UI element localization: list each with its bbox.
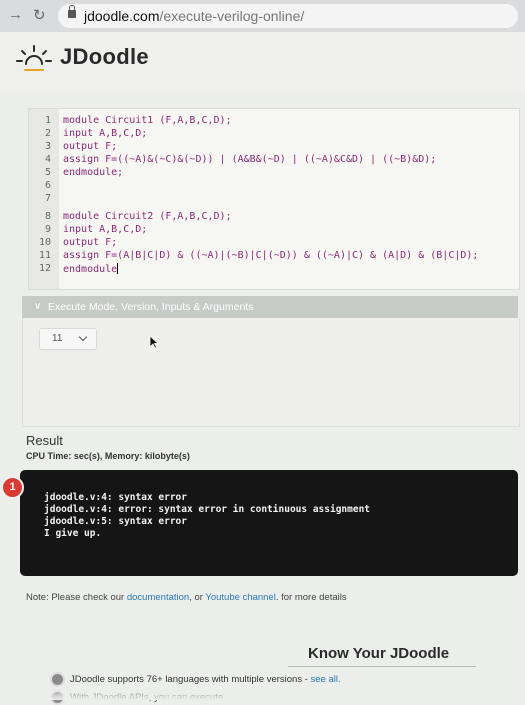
line-number: 8 [44, 211, 51, 222]
documentation-link[interactable]: documentation [127, 592, 189, 603]
line-code[interactable]: input A,B,C,D; [63, 128, 147, 140]
chevron-down-icon [78, 332, 88, 342]
line-number: 11 [38, 250, 51, 261]
line-code[interactable]: endmodule; [63, 167, 123, 179]
result-title: Result [26, 433, 63, 448]
notification-badge[interactable]: 1 [1, 476, 24, 499]
line-number: 2 [44, 128, 51, 139]
mouse-pointer-icon [149, 335, 159, 349]
url-domain: jdoodle.com [84, 8, 160, 24]
line-code[interactable]: assign F=(A|B|C|D) & ((~A)|(~B)|C|(~D)) … [63, 250, 478, 262]
line-code[interactable]: module Circuit2 (F,A,B,C,D); [63, 211, 232, 223]
code-editor[interactable]: 1 module Circuit1 (F,A,B,C,D); 2 input A,B… [28, 108, 520, 290]
execute-mode-toggle[interactable]: ∨ Execute Mode, Version, Inputs & Argume… [22, 296, 518, 318]
line-code[interactable]: output F; [63, 237, 117, 249]
lock-icon [68, 5, 76, 18]
address-bar[interactable]: jdoodle.com/execute-verilog-online/ [58, 4, 518, 28]
bullet-text: JDoodle supports 76+ languages with mult… [70, 674, 341, 685]
url-path: /execute-verilog-online/ [159, 8, 305, 24]
note-middle: , or [189, 592, 206, 603]
url-text: jdoodle.com/execute-verilog-online/ [84, 4, 304, 28]
bullet-icon [50, 672, 65, 687]
bottom-fade [0, 686, 525, 700]
version-value: 11 [52, 333, 63, 344]
execute-mode-label: Execute Mode, Version, Inputs & Argument… [48, 301, 254, 313]
bullet-text-1: JDoodle supports 76+ languages with mult… [70, 674, 311, 685]
line-number: 3 [44, 141, 51, 152]
line-number: 4 [44, 154, 51, 165]
version-select[interactable]: 11 [39, 328, 97, 350]
know-your-jdoodle-title: Know Your JDoodle [308, 645, 450, 662]
note-suffix: . for more details [275, 592, 347, 603]
output-line: jdoodle.v:5: syntax error [44, 516, 187, 527]
line-number: 6 [44, 180, 51, 191]
note-prefix: Note: Please check our [26, 592, 127, 603]
result-meta: CPU Time: sec(s), Memory: kilobyte(s) [26, 451, 190, 461]
line-number: 7 [44, 193, 51, 204]
logo-text[interactable]: JDoodle [60, 44, 149, 70]
text-cursor [117, 263, 119, 274]
browser-toolbar: → ↻ jdoodle.com/execute-verilog-online/ [0, 0, 525, 32]
line-number: 9 [44, 224, 51, 235]
chevron-down-icon: ∨ [34, 301, 42, 312]
youtube-channel-link[interactable]: Youtube channel [205, 592, 275, 603]
execute-mode-panel: 11 [22, 318, 520, 427]
line-code[interactable]: output F; [63, 141, 117, 153]
jdoodle-logo-icon[interactable] [16, 44, 52, 76]
line-code-text: endmodule [63, 264, 118, 275]
line-code[interactable]: module Circuit1 (F,A,B,C,D); [63, 115, 232, 127]
output-line: jdoodle.v:4: syntax error [44, 492, 187, 503]
output-line: I give up. [44, 528, 102, 539]
reload-icon[interactable]: ↻ [33, 6, 46, 24]
divider [288, 666, 476, 667]
line-number: 12 [38, 263, 51, 274]
line-code[interactable]: endmodule [63, 263, 119, 276]
output-terminal: jdoodle.v:4: syntax error jdoodle.v:4: e… [20, 470, 518, 576]
line-number: 10 [38, 237, 51, 248]
line-code[interactable]: assign F=((~A)&(~C)&(~D)) | (A&B&(~D) | … [63, 154, 436, 166]
note-text: Note: Please check our documentation, or… [26, 592, 347, 603]
back-arrow-icon[interactable]: → [8, 6, 23, 23]
see-all-link[interactable]: see all. [311, 674, 341, 685]
output-line: jdoodle.v:4: error: syntax error in cont… [44, 504, 371, 515]
line-number: 1 [44, 115, 51, 126]
site-header: JDoodle [0, 32, 525, 92]
line-number: 5 [44, 167, 51, 178]
line-code[interactable]: input A,B,C,D; [63, 224, 147, 236]
